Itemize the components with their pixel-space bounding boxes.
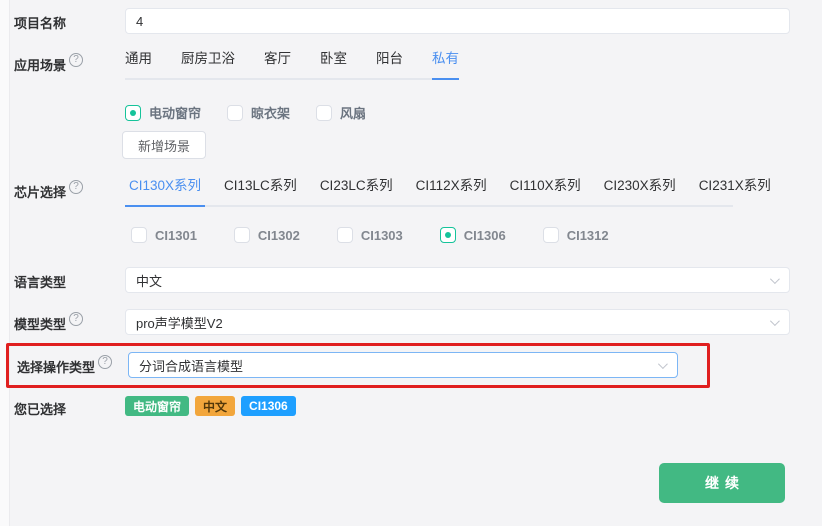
language-row: 语言类型 中文 — [14, 267, 810, 293]
chevron-down-icon — [657, 359, 668, 370]
add-scene-button[interactable]: 新增场景 — [122, 131, 207, 159]
chip-label: 芯片选择 ? — [14, 177, 125, 201]
project-name-label: 项目名称 — [14, 16, 67, 31]
operation-select-value: 分词合成语言模型 — [139, 358, 244, 374]
checkbox-box — [316, 104, 333, 121]
checkbox-box — [439, 227, 456, 243]
language-select-value: 中文 — [136, 273, 163, 289]
tab-chip-ci130x[interactable]: CI130X系列 — [125, 177, 206, 207]
model-select-value: pro声学模型V2 — [136, 315, 223, 331]
tab-scene-balcony[interactable]: 阳台 — [376, 50, 403, 78]
tab-chip-ci231x[interactable]: CI231X系列 — [695, 177, 775, 205]
tab-scene-kitchen-bath[interactable]: 厨房卫浴 — [181, 50, 235, 78]
tag-ci1306: CI1306 — [241, 396, 296, 416]
language-select[interactable]: 中文 — [125, 267, 790, 293]
help-icon[interactable]: ? — [69, 53, 84, 67]
tab-chip-ci112x[interactable]: CI112X系列 — [412, 177, 491, 205]
checkbox-box — [125, 104, 141, 121]
config-form: 项目名称 应用场景 ? 通用 厨房卫浴 客厅 卧室 阳台 私有 电动窗帘 晾衣架… — [6, 8, 810, 418]
chevron-down-icon — [769, 316, 780, 327]
model-select[interactable]: pro声学模型V2 — [125, 309, 790, 335]
checkbox-box — [542, 227, 559, 243]
project-name-row: 项目名称 — [14, 8, 810, 34]
model-label: 模型类型 ? — [14, 309, 125, 333]
tab-scene-livingroom[interactable]: 客厅 — [264, 50, 291, 78]
chip-tabs: CI130X系列 CI13LC系列 CI23LC系列 CI112X系列 CI11… — [125, 177, 771, 207]
help-icon[interactable]: ? — [98, 355, 113, 369]
tag-chinese: 中文 — [195, 396, 236, 416]
checkbox-ci1301[interactable]: CI1301 — [131, 227, 197, 243]
checkbox-ci1306[interactable]: CI1306 — [439, 227, 506, 243]
tab-chip-ci13lc[interactable]: CI13LC系列 — [220, 177, 301, 205]
checkbox-ci1312[interactable]: CI1312 — [542, 227, 609, 243]
left-edge-strip — [0, 0, 10, 526]
help-icon[interactable]: ? — [69, 312, 84, 326]
scene-checkbox-group: 电动窗帘 晾衣架 风扇 — [14, 103, 810, 122]
checkbox-box — [233, 227, 250, 243]
project-name-input[interactable] — [125, 8, 790, 34]
annotation-red-box: 选择操作类型 ? 分词合成语言模型 — [6, 343, 710, 388]
selected-row: 您已选择 电动窗帘 中文 CI1306 — [14, 396, 810, 418]
checkbox-box — [227, 104, 244, 121]
operation-label: 选择操作类型 ? — [17, 352, 128, 376]
tab-chip-ci23lc[interactable]: CI23LC系列 — [316, 177, 397, 205]
chip-row: 芯片选择 ? CI130X系列 CI13LC系列 CI23LC系列 CI112X… — [14, 177, 810, 207]
chip-checkbox-group: CI1301 CI1302 CI1303 CI1306 CI1312 — [14, 227, 810, 243]
scene-label: 应用场景 ? — [14, 50, 125, 74]
operation-row: 选择操作类型 ? 分词合成语言模型 — [17, 352, 707, 378]
continue-button[interactable]: 继续 — [659, 463, 785, 503]
checkbox-fan[interactable]: 风扇 — [316, 103, 366, 122]
selected-label: 您已选择 — [14, 402, 67, 417]
checkbox-box — [131, 227, 147, 243]
selected-tags: 电动窗帘 中文 CI1306 — [125, 396, 296, 416]
tab-chip-ci230x[interactable]: CI230X系列 — [600, 177, 680, 205]
operation-select[interactable]: 分词合成语言模型 — [128, 352, 678, 378]
chevron-down-icon — [769, 274, 780, 285]
tab-scene-bedroom[interactable]: 卧室 — [320, 50, 347, 78]
tab-scene-private[interactable]: 私有 — [432, 50, 459, 80]
scene-row: 应用场景 ? 通用 厨房卫浴 客厅 卧室 阳台 私有 — [14, 50, 810, 80]
scene-tabs: 通用 厨房卫浴 客厅 卧室 阳台 私有 — [125, 50, 459, 80]
checkbox-ci1303[interactable]: CI1303 — [336, 227, 403, 243]
tab-scene-general[interactable]: 通用 — [125, 50, 152, 78]
tab-chip-ci110x[interactable]: CI110X系列 — [506, 177, 585, 205]
model-row: 模型类型 ? pro声学模型V2 — [14, 309, 810, 335]
language-label: 语言类型 — [14, 275, 67, 290]
checkbox-drying-rack[interactable]: 晾衣架 — [227, 103, 290, 122]
checkbox-box — [336, 227, 353, 243]
checkbox-ci1302[interactable]: CI1302 — [233, 227, 300, 243]
help-icon[interactable]: ? — [69, 180, 84, 194]
tag-curtain: 电动窗帘 — [125, 396, 190, 416]
checkbox-curtain[interactable]: 电动窗帘 — [125, 103, 201, 122]
